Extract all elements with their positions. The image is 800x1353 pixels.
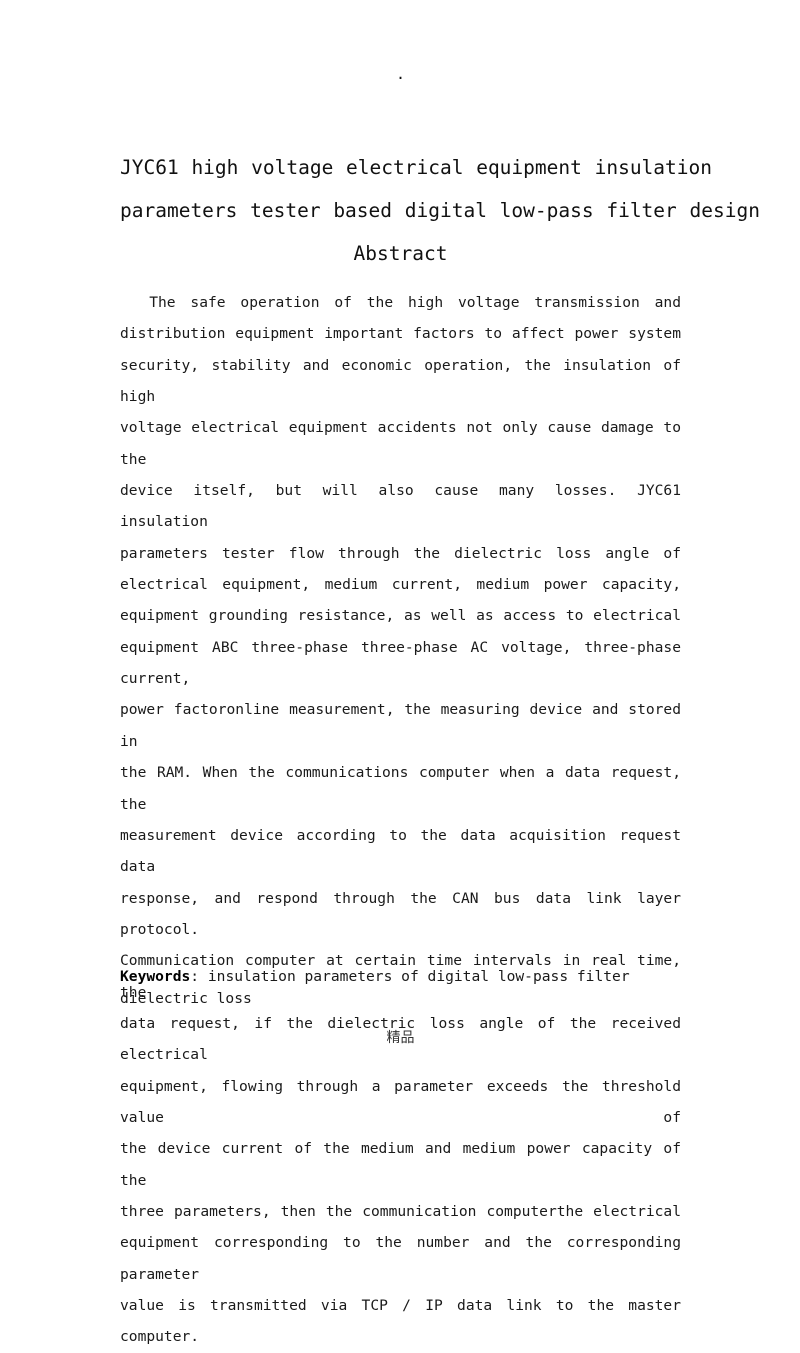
abstract-line: response, and respond through the CAN bu…	[120, 889, 681, 938]
abstract-heading: Abstract	[353, 242, 448, 265]
abstract-line: power factoronline measurement, the meas…	[120, 701, 681, 750]
abstract-line: distribution equipment important factors…	[120, 325, 681, 343]
header-mark: .	[395, 65, 406, 83]
abstract-line: the device current of the medium and med…	[120, 1140, 681, 1189]
abstract-line: device itself, but will also cause many …	[120, 482, 681, 531]
abstract-line: equipment corresponding to the number an…	[120, 1234, 681, 1283]
document-title-line-2: parameters tester based digital low-pass…	[120, 199, 760, 222]
abstract-line: three parameters, then the communication…	[120, 1202, 681, 1220]
abstract-line: electrical equipment, medium current, me…	[120, 576, 681, 594]
abstract-line: equipment ABC three-phase three-phase AC…	[120, 638, 681, 688]
abstract-line: security, stability and economic operati…	[120, 356, 681, 406]
abstract-line: equipment, flowing through a parameter e…	[120, 1077, 681, 1126]
abstract-line: the RAM. When the communications compute…	[120, 764, 681, 813]
abstract-line: equipment grounding resistance, as well …	[120, 607, 681, 625]
keywords-separator: :	[190, 968, 208, 985]
keywords-label: Keywords	[120, 968, 191, 985]
abstract-line: measurement device according to the data…	[120, 826, 681, 876]
abstract-body: The safe operation of the high voltage t…	[120, 287, 681, 1353]
abstract-line: voltage electrical equipment accidents n…	[120, 419, 681, 468]
document-title-line-1: JYC61 high voltage electrical equipment …	[120, 156, 712, 179]
abstract-line: parameters tester flow through the diele…	[120, 544, 681, 562]
document-page: . JYC61 high voltage electrical equipmen…	[0, 0, 800, 1345]
page-footer: 精品	[386, 1030, 415, 1046]
document-title: JYC61 high voltage electrical equipment …	[120, 146, 760, 232]
abstract-line: value is transmitted via TCP / IP data l…	[120, 1297, 681, 1346]
keywords-line: Keywords: insulation parameters of digit…	[120, 966, 681, 1010]
abstract-line: The safe operation of the high voltage t…	[149, 294, 681, 311]
